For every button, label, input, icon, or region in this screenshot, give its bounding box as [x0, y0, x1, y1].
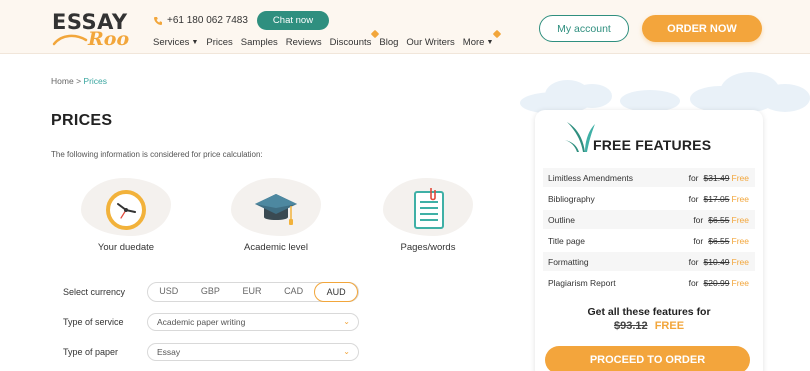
my-account-button[interactable]: My account [539, 15, 629, 42]
cta-old-price: $93.12 [613, 320, 648, 332]
free-features-cta-price: $93.12 FREE [535, 320, 763, 332]
currency-option-gbp[interactable]: GBP [190, 282, 232, 302]
page-title: PRICES [51, 112, 113, 129]
service-label: Type of service [63, 317, 124, 327]
logo-swoosh-icon [52, 34, 88, 46]
logo-text-roo: Roo [88, 28, 130, 50]
proceed-to-order-button[interactable]: PROCEED TO ORDER [545, 346, 750, 371]
feature-label: Academic level [244, 242, 308, 253]
free-feature-name: Title page [548, 236, 586, 246]
nav-item-prices[interactable]: Prices [206, 37, 232, 48]
free-features-title: FREE FEATURES [593, 137, 712, 153]
chevron-down-icon: ⌄ [343, 317, 350, 326]
breadcrumb-home[interactable]: Home [51, 76, 74, 86]
free-features-cta-text: Get all these features for [587, 306, 711, 318]
free-feature-name: Bibliography [548, 194, 595, 204]
feature-academic-level: Academic level [221, 176, 331, 256]
free-feature-name: Formatting [548, 257, 589, 267]
chevron-down-icon: ⌄ [343, 347, 350, 356]
document-icon [414, 188, 444, 229]
cta-free-label: FREE [654, 320, 685, 332]
nav-label: Our Writers [406, 37, 455, 48]
intro-text: The following information is considered … [51, 150, 263, 159]
currency-option-usd[interactable]: USD [148, 282, 190, 302]
flag-badge-icon [493, 29, 502, 39]
feature-pages-words: Pages/words [373, 176, 483, 256]
clock-icon [106, 190, 146, 230]
feature-label: Pages/words [400, 242, 456, 253]
currency-label: Select currency [63, 287, 126, 297]
nav-item-our-writers[interactable]: Our Writers [406, 37, 454, 48]
free-feature-price: for $10.49 Free [688, 257, 749, 267]
free-feature-price: for $6.55 Free [693, 215, 749, 225]
nav-item-discounts[interactable]: Discounts [329, 29, 380, 48]
free-feature-price: for $31.49 Free [688, 173, 749, 183]
feature-label: Your duedate [97, 242, 155, 253]
graduation-cap-icon [255, 194, 297, 225]
phone-icon [154, 16, 162, 25]
order-now-button[interactable]: ORDER NOW [642, 15, 762, 42]
flag-badge-icon [371, 29, 380, 39]
currency-selector: USD GBP EUR CAD AUD [147, 282, 359, 302]
service-value: Academic paper writing [157, 317, 246, 327]
site-header: ESSAY Roo +61 180 062 7483 Chat now Serv… [0, 0, 810, 54]
nav-item-reviews[interactable]: Reviews [286, 37, 322, 48]
main-nav: Services ▼ Prices Samples Reviews Discou… [153, 29, 502, 48]
nav-label: More [462, 37, 485, 48]
nav-label: Prices [206, 37, 233, 48]
free-feature-name: Limitless Amendments [548, 173, 634, 183]
breadcrumb-separator: > [76, 76, 82, 86]
breadcrumb: Home > Prices [51, 76, 107, 86]
chat-now-button[interactable]: Chat now [257, 11, 329, 30]
nav-label: Discounts [329, 37, 372, 48]
paper-type-value: Essay [157, 347, 181, 357]
service-select[interactable]: Academic paper writing ⌄ [147, 313, 359, 331]
nav-label: Reviews [285, 37, 322, 48]
nav-label: Services [153, 37, 190, 48]
free-feature-row: Title page for $6.55 Free [543, 231, 755, 250]
breadcrumb-current[interactable]: Prices [83, 76, 107, 86]
paper-type-label: Type of paper [63, 347, 119, 357]
free-feature-price: for $20.99 Free [688, 278, 749, 288]
free-feature-price: for $17.05 Free [688, 194, 749, 204]
feature-duedate: Your duedate [71, 176, 181, 256]
phone-text: +61 180 062 7483 [167, 15, 248, 26]
free-feature-price: for $6.55 Free [693, 236, 749, 246]
nav-item-samples[interactable]: Samples [241, 37, 278, 48]
paper-type-select[interactable]: Essay ⌄ [147, 343, 359, 361]
nav-label: Samples [240, 37, 278, 48]
free-features-panel: FREE FEATURES Limitless Amendments for $3… [535, 110, 763, 371]
free-feature-name: Plagiarism Report [548, 278, 616, 288]
free-feature-row: Formatting for $10.49 Free [543, 252, 755, 271]
currency-option-aud[interactable]: AUD [314, 282, 358, 302]
chevron-down-icon: ▼ [191, 39, 199, 46]
free-feature-row: Outline for $6.55 Free [543, 210, 755, 229]
logo[interactable]: ESSAY Roo [52, 10, 142, 50]
currency-option-eur[interactable]: EUR [231, 282, 273, 302]
nav-item-more[interactable]: More ▼ [462, 29, 502, 48]
nav-label: Blog [379, 37, 399, 48]
phone-number[interactable]: +61 180 062 7483 [153, 15, 248, 26]
currency-option-cad[interactable]: CAD [273, 282, 315, 302]
free-feature-row: Bibliography for $17.05 Free [543, 189, 755, 208]
chevron-down-icon: ▼ [486, 39, 494, 46]
free-feature-row: Plagiarism Report for $20.99 Free [543, 273, 755, 292]
nav-item-blog[interactable]: Blog [379, 37, 398, 48]
nav-item-services[interactable]: Services ▼ [153, 37, 198, 48]
free-feature-row: Limitless Amendments for $31.49 Free [543, 168, 755, 187]
free-feature-name: Outline [548, 215, 575, 225]
